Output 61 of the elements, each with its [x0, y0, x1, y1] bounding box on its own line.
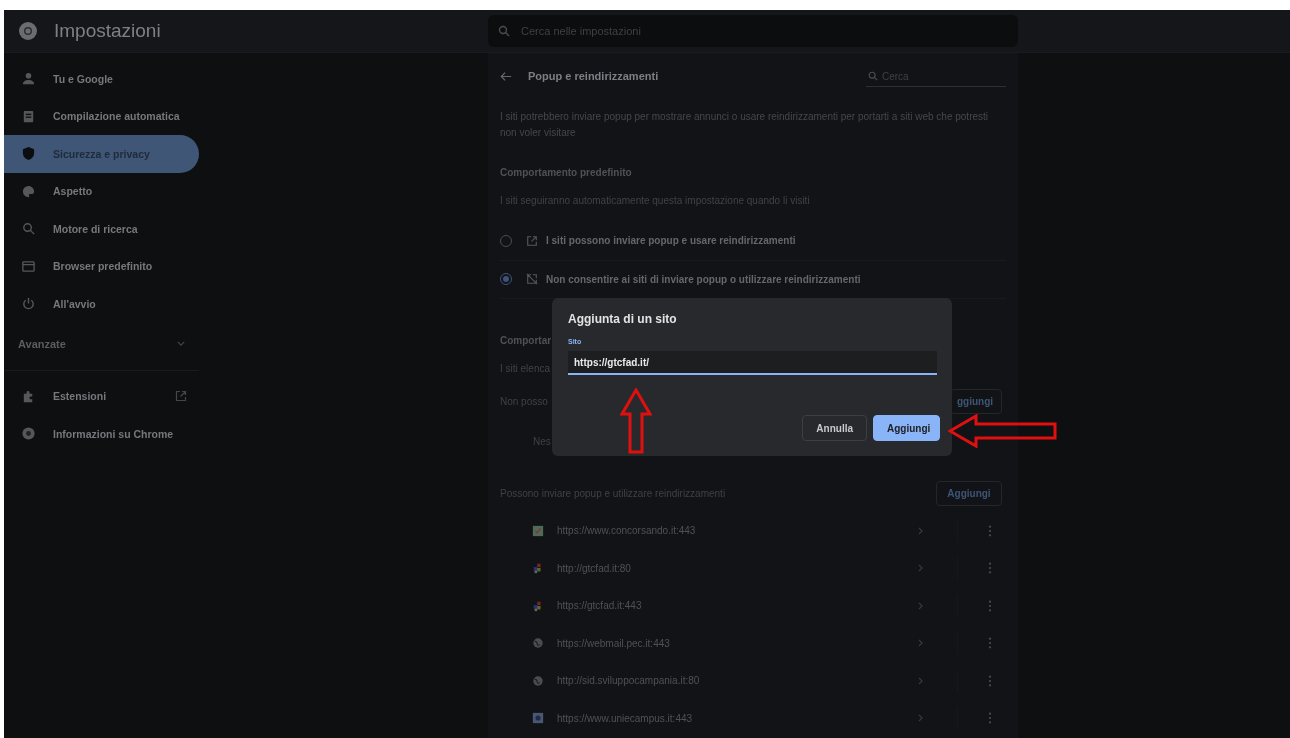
- search-icon: [498, 25, 510, 37]
- site-url: https://www.concorsando.it:443: [557, 525, 696, 537]
- more-options-icon[interactable]: [988, 599, 992, 612]
- cancel-button[interactable]: Annulla: [802, 415, 867, 441]
- sidebar-item[interactable]: Compilazione automatica: [4, 97, 199, 135]
- sidebar-item[interactable]: Motore di ricerca: [4, 210, 199, 248]
- blocked-popup-icon: [526, 273, 538, 286]
- more-options-icon[interactable]: [988, 562, 992, 575]
- site-url: http://gtcfad.it:80: [557, 562, 631, 574]
- chevron-right-icon[interactable]: [918, 714, 923, 723]
- search-icon: [21, 221, 36, 237]
- site-url: https://webmail.pec.it:443: [557, 637, 670, 649]
- option-label: I siti possono inviare popup e usare reindirizzamenti: [546, 235, 796, 247]
- sidebar-item[interactable]: Aspetto: [4, 172, 199, 210]
- page-title: Popup e reindirizzamenti: [528, 70, 659, 82]
- caret-icon: [177, 341, 185, 346]
- sidebar-item[interactable]: All'avvio: [4, 285, 199, 323]
- globe-icon: [532, 637, 544, 650]
- chevron-right-icon[interactable]: [918, 676, 923, 685]
- favicon-icon: [532, 562, 544, 575]
- globe-icon: [532, 674, 544, 687]
- add-button[interactable]: Aggiungi: [936, 480, 1002, 506]
- site-favicon-icon: [532, 712, 544, 725]
- chevron-right-icon[interactable]: [918, 601, 923, 610]
- sidebar-link[interactable]: Informazioni su Chrome: [4, 415, 199, 453]
- section-heading: Comportar: [500, 335, 552, 346]
- palette-icon: [21, 183, 36, 199]
- section-heading: Comportamento predefinito: [500, 167, 633, 178]
- shield-icon: [21, 146, 36, 162]
- more-options-icon[interactable]: [988, 712, 992, 725]
- chrome-logo-icon: [18, 21, 38, 41]
- sidebar-item[interactable]: Browser predefinito: [4, 247, 199, 285]
- up-arrow-drawing: [620, 388, 652, 454]
- chevron-right-icon[interactable]: [918, 564, 923, 573]
- search-icon: [868, 70, 878, 81]
- browser-icon: [21, 258, 36, 274]
- back-arrow-icon[interactable]: [500, 70, 512, 82]
- external-link-icon: [526, 234, 538, 247]
- site-favicon-icon: [532, 524, 544, 537]
- chevron-right-icon[interactable]: [918, 526, 923, 535]
- person-icon: [21, 71, 36, 87]
- sidebar-item[interactable]: Tu e Google: [4, 60, 199, 98]
- more-options-icon[interactable]: [988, 637, 992, 650]
- more-options-icon[interactable]: [988, 674, 992, 687]
- site-url: https://www.uniecampus.it:443: [557, 712, 693, 724]
- power-icon: [21, 296, 36, 312]
- clipboard-icon: [21, 108, 36, 124]
- chevron-right-icon[interactable]: [918, 639, 923, 648]
- advanced-section-toggle[interactable]: Avanzate: [4, 327, 199, 360]
- app-title: Impostazioni: [54, 20, 161, 42]
- site-input-field[interactable]: https://gtcfad.it/: [568, 351, 937, 375]
- sidebar-link[interactable]: Estensioni: [4, 377, 199, 415]
- add-button[interactable]: Aggiungi: [873, 415, 940, 441]
- dialog-title: Aggiunta di un sito: [568, 312, 678, 326]
- option-label: Non consentire ai siti di inviare popup o utilizzare reindirizzamenti: [546, 273, 861, 285]
- chrome-logo-icon: [21, 426, 36, 442]
- external-link-icon: [175, 390, 187, 403]
- more-options-icon[interactable]: [988, 524, 992, 537]
- site-url: http://sid.sviluppocampania.it:80: [557, 675, 700, 687]
- favicon-icon: [532, 599, 544, 612]
- site-url: https://gtcfad.it:443: [557, 600, 642, 612]
